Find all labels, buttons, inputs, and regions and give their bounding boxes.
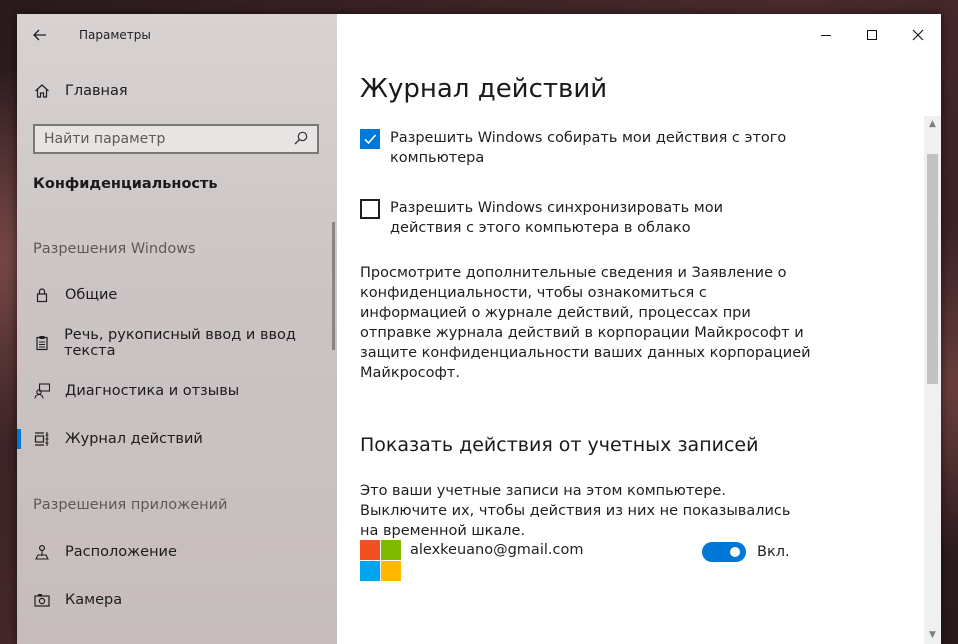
account-row: alexkeuano@gmail.com Вкл. (360, 540, 840, 584)
scroll-up-icon[interactable]: ▲ (924, 116, 941, 133)
home-icon (33, 82, 51, 100)
group-header-app-permissions: Разрешения приложений (33, 497, 228, 513)
sidebar-item-label: Расположение (65, 544, 177, 560)
close-icon (912, 29, 924, 41)
sidebar-item-label: Диагностика и отзывы (65, 383, 240, 399)
sidebar-item-home[interactable]: Главная (17, 71, 337, 111)
camera-icon (33, 591, 51, 609)
content-pane: Журнал действий Разрешить Windows собира… (337, 14, 941, 644)
nav-scrollbar[interactable] (332, 222, 335, 350)
back-button[interactable] (29, 26, 51, 46)
search-input[interactable] (35, 130, 293, 148)
checkbox-row-collect-activity[interactable]: Разрешить Windows собирать мои действия … (360, 128, 840, 168)
maximize-icon (867, 30, 877, 40)
account-toggle-switch[interactable] (702, 542, 746, 562)
checkbox-row-sync-activity[interactable]: Разрешить Windows синхронизировать мои д… (360, 198, 840, 238)
sidebar-item-speech[interactable]: Речь, рукописный ввод и ввод текста (17, 323, 337, 363)
minimize-button[interactable] (803, 14, 849, 56)
checkmark-icon (364, 134, 377, 145)
title-bar: Параметры (17, 14, 337, 56)
location-icon (33, 543, 51, 561)
sidebar-item-activity-history[interactable]: Журнал действий (17, 419, 337, 459)
sidebar-item-label: Камера (65, 592, 123, 608)
toggle-state-label: Вкл. (757, 544, 790, 560)
sidebar-item-label: Общие (65, 287, 118, 303)
scrollbar-thumb[interactable] (927, 154, 938, 384)
privacy-info-text: Просмотрите дополнительные сведения и За… (360, 265, 811, 381)
back-arrow-icon (33, 29, 46, 41)
sidebar-item-location[interactable]: Расположение (17, 532, 337, 572)
selection-indicator (17, 429, 21, 449)
clipboard-icon (33, 334, 50, 352)
timeline-icon (33, 430, 51, 448)
sidebar-item-camera[interactable]: Камера (17, 580, 337, 620)
lock-icon (33, 286, 51, 304)
accounts-heading: Показать действия от учетных записей (360, 434, 759, 456)
scroll-down-icon[interactable]: ▼ (924, 627, 941, 644)
page-title: Журнал действий (360, 74, 608, 104)
sidebar-item-diagnostics[interactable]: Диагностика и отзывы (17, 371, 337, 411)
settings-window: Параметры Главная Конфиденциальность Раз… (17, 14, 941, 644)
search-icon[interactable] (293, 130, 311, 148)
account-email: alexkeuano@gmail.com (410, 542, 584, 558)
content-scrollbar[interactable]: ▲ ▼ (924, 116, 941, 644)
feedback-person-icon (33, 382, 51, 400)
current-section-title: Конфиденциальность (33, 176, 218, 192)
toggle-knob (730, 547, 740, 557)
sidebar-item-label: Речь, рукописный ввод и ввод текста (64, 327, 296, 359)
close-button[interactable] (895, 14, 941, 56)
minimize-icon (821, 35, 831, 36)
accounts-description: Это ваши учетные записи на этом компьюте… (360, 483, 791, 539)
search-box[interactable] (33, 124, 319, 154)
sidebar-item-label: Главная (65, 83, 128, 99)
maximize-button[interactable] (849, 14, 895, 56)
sync-activity-label: Разрешить Windows синхронизировать мои д… (390, 200, 724, 236)
group-header-windows-permissions: Разрешения Windows (33, 241, 196, 257)
collect-activity-label: Разрешить Windows собирать мои действия … (390, 130, 787, 166)
sidebar-item-label: Журнал действий (65, 431, 203, 447)
sidebar-item-general[interactable]: Общие (17, 275, 337, 315)
navigation-pane: Параметры Главная Конфиденциальность Раз… (17, 14, 337, 644)
microsoft-logo-icon (360, 540, 402, 582)
app-title: Параметры (79, 28, 151, 42)
sync-activity-checkbox[interactable] (360, 199, 380, 219)
collect-activity-checkbox[interactable] (360, 129, 380, 149)
